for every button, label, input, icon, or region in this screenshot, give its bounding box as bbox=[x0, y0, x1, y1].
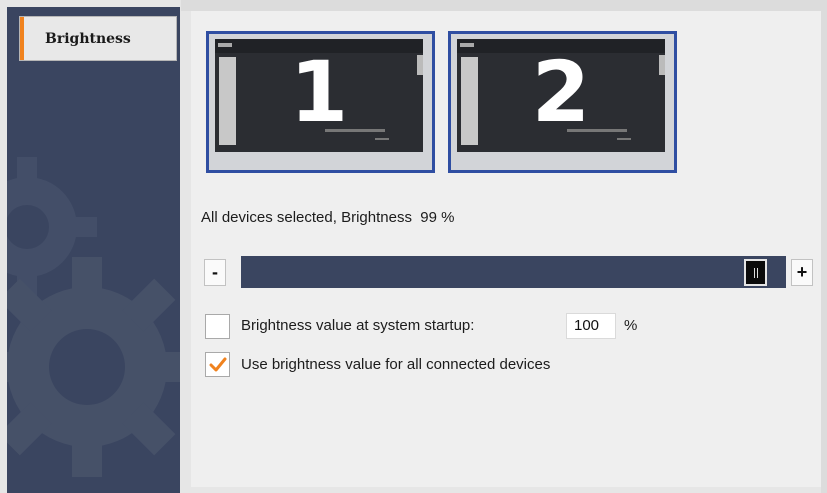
startup-brightness-checkbox[interactable] bbox=[205, 314, 230, 339]
brightness-panel: 1 2 All devices selected, Brightness 99 … bbox=[191, 11, 821, 487]
slider-thumb[interactable] bbox=[744, 259, 768, 286]
brightness-status: All devices selected, Brightness 99 % bbox=[201, 209, 454, 226]
startup-brightness-label: Brightness value at system startup: bbox=[241, 317, 475, 334]
status-text: All devices selected, Brightness bbox=[201, 209, 412, 226]
sidebar-item-brightness[interactable]: Brightness bbox=[19, 16, 177, 61]
startup-brightness-input[interactable]: 100 bbox=[566, 313, 616, 339]
all-devices-label: Use brightness value for all connected d… bbox=[241, 356, 551, 373]
device-number: 2 bbox=[531, 43, 591, 141]
decrease-brightness-button[interactable]: - bbox=[204, 259, 226, 286]
startup-brightness-unit: % bbox=[624, 317, 638, 334]
device-screen-preview: 2 bbox=[457, 39, 665, 152]
brightness-value: 99 % bbox=[420, 209, 455, 226]
checkmark-icon bbox=[209, 357, 226, 371]
gear-watermark-icon bbox=[7, 257, 180, 477]
device-screen-preview: 1 bbox=[215, 39, 423, 152]
all-devices-checkbox[interactable] bbox=[205, 352, 230, 377]
sidebar: Brightness bbox=[7, 7, 180, 493]
device-number: 1 bbox=[289, 43, 349, 141]
top-border bbox=[181, 0, 827, 11]
brightness-slider[interactable] bbox=[241, 256, 786, 288]
sidebar-item-label: Brightness bbox=[45, 30, 131, 47]
increase-brightness-button[interactable]: + bbox=[791, 259, 813, 286]
selected-accent-bar bbox=[20, 17, 24, 60]
right-border bbox=[821, 0, 827, 493]
device-1-thumbnail[interactable]: 1 bbox=[206, 31, 435, 173]
device-2-thumbnail[interactable]: 2 bbox=[448, 31, 677, 173]
